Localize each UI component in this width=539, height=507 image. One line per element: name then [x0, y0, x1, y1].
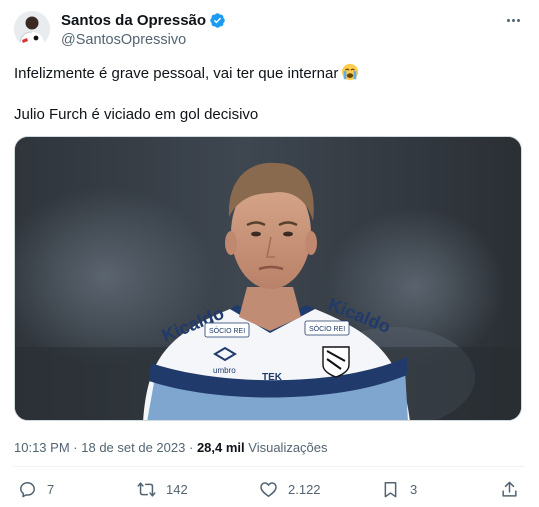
display-name[interactable]: Santos da Opressão [61, 12, 206, 29]
bookmark-button[interactable]: 3 [381, 480, 417, 499]
meta-separator: · [73, 440, 78, 455]
handle[interactable]: @SantosOpressivo [61, 32, 226, 48]
divider [14, 466, 525, 467]
action-bar: 7 142 2.122 3 [0, 476, 539, 506]
tweet-text-line-1: Infelizmente é grave pessoal, vai ter qu… [14, 63, 359, 82]
tweet-meta: 10:13 PM · 18 de set de 2023 · 28,4 mil … [14, 440, 328, 455]
author-block: Santos da Opressão @SantosOpressivo [61, 10, 226, 48]
views-count: 28,4 mil [196, 440, 245, 455]
meta-separator: · [188, 440, 194, 455]
verified-badge-icon [209, 12, 226, 29]
svg-text:SÓCIO REI: SÓCIO REI [309, 324, 345, 333]
heart-icon [260, 482, 277, 497]
share-icon [502, 481, 517, 497]
tweet-card: Santos da Opressão @SantosOpressivo Infe… [0, 0, 539, 507]
bookmark-count: 3 [410, 482, 418, 497]
retweet-count: 142 [166, 482, 188, 497]
tweet-date[interactable]: 18 de set de 2023 [81, 440, 185, 455]
dot-icon [516, 18, 520, 22]
avatar[interactable] [14, 11, 50, 47]
more-options-button[interactable] [501, 10, 525, 30]
views-label: Visualizações [248, 440, 328, 455]
reply-icon [20, 482, 35, 498]
reply-button[interactable]: 7 [18, 480, 54, 499]
like-button[interactable]: 2.122 [259, 480, 321, 499]
tweet-text: Infelizmente é grave pessoal, vai ter qu… [14, 65, 339, 82]
svg-text:umbro: umbro [213, 366, 236, 375]
share-button[interactable] [500, 480, 519, 499]
svg-text:SÓCIO REI: SÓCIO REI [209, 326, 245, 335]
dot-icon [511, 18, 515, 22]
retweet-icon [137, 482, 156, 497]
tweet-image[interactable]: Kicaldo Kicaldo SÓCIO REI SÓCIO REI umbr… [14, 136, 522, 421]
tweet-time[interactable]: 10:13 PM [14, 440, 70, 455]
bookmark-icon [384, 482, 397, 498]
dot-icon [506, 18, 510, 22]
crying-face-emoji-icon [341, 63, 359, 81]
tweet-text-line-2: Julio Furch é viciado em gol decisivo [14, 106, 259, 123]
reply-count: 7 [47, 482, 55, 497]
like-count: 2.122 [288, 482, 321, 497]
svg-text:BOND: BOND [260, 382, 289, 393]
retweet-button[interactable]: 142 [137, 480, 188, 499]
